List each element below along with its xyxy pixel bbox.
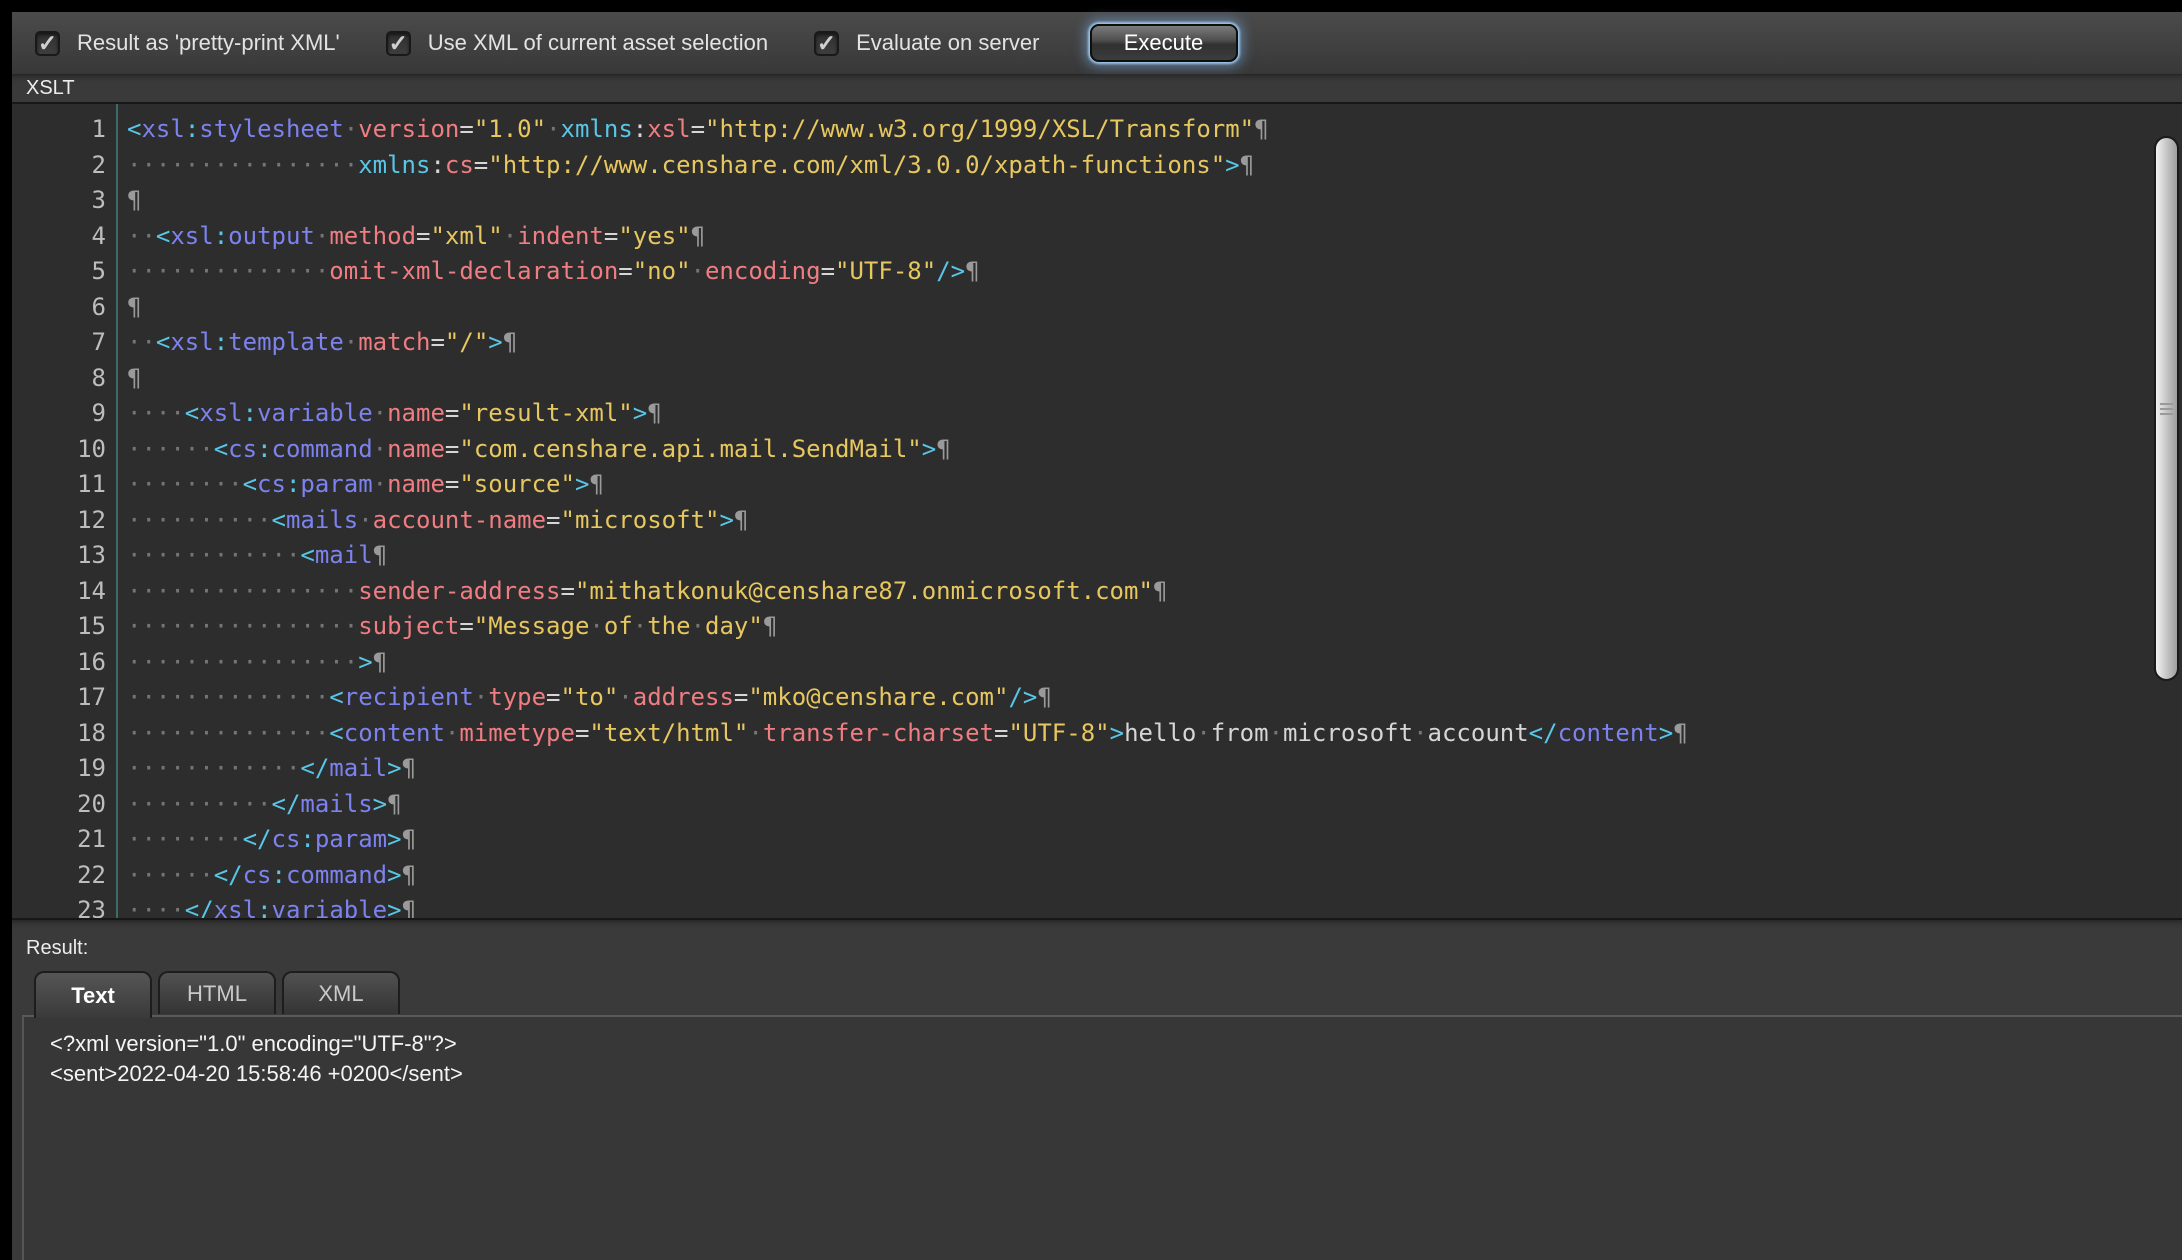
line-number: 11 [12,467,116,503]
line-number: 13 [12,538,116,574]
result-output-line: <sent>2022-04-20 15:58:46 +0200</sent> [50,1059,2182,1089]
line-number: 19 [12,751,116,787]
checkbox-use-xml-of-current-asset-selection[interactable]: ✓ Use XML of current asset selection [386,30,768,56]
line-number: 22 [12,858,116,894]
code-line[interactable]: ····<xsl:variable·name="result-xml">¶ [127,396,1688,432]
line-number: 9 [12,396,116,432]
checkmark-icon[interactable]: ✓ [35,31,60,56]
line-number: 2 [12,148,116,184]
code-line[interactable]: ··············<content·mimetype="text/ht… [127,716,1688,752]
line-number: 6 [12,290,116,326]
xslt-evaluator-window: ✓ Result as 'pretty-print XML' ✓ Use XML of… [12,12,2182,1260]
line-numbers: 1234567891011121314151617181920212223 [12,104,118,918]
xslt-label: XSLT [26,77,75,100]
code-line[interactable]: ¶ [127,290,1688,326]
checkbox-evaluate-on-server[interactable]: ✓ Evaluate on server [814,30,1039,56]
result-output-line: <?xml version="1.0" encoding="UTF-8"?> [50,1029,2182,1059]
xslt-header-row: XSLT [12,75,2182,102]
code-line[interactable]: ········</cs:param>¶ [127,822,1688,858]
scrollbar-grip-icon [2160,403,2173,415]
line-number: 3 [12,183,116,219]
checkmark-icon[interactable]: ✓ [814,31,839,56]
code-line[interactable]: ················sender-address="mithatko… [127,574,1688,610]
line-number: 16 [12,645,116,681]
line-number: 8 [12,361,116,397]
line-number: 14 [12,574,116,610]
code-line[interactable]: ············<mail¶ [127,538,1688,574]
code-line[interactable]: ················xmlns:cs="http://www.cen… [127,148,1688,184]
toolbar: ✓ Result as 'pretty-print XML' ✓ Use XML of… [12,12,2182,75]
checkmark-icon[interactable]: ✓ [386,31,411,56]
line-number: 1 [12,112,116,148]
code-line[interactable]: ··········</mails>¶ [127,787,1688,823]
code-line[interactable]: ············</mail>¶ [127,751,1688,787]
result-tabbar: TextHTMLXML [12,971,2182,1015]
tab-xml[interactable]: XML [282,971,400,1014]
code-lines[interactable]: <xsl:stylesheet·version="1.0"·xmlns:xsl=… [118,104,1688,918]
code-line[interactable]: ··········<mails·account-name="microsoft… [127,503,1688,539]
code-line[interactable]: ¶ [127,183,1688,219]
line-number: 7 [12,325,116,361]
line-number: 12 [12,503,116,539]
line-number: 5 [12,254,116,290]
code-line[interactable]: ··<xsl:output·method="xml"·indent="yes"¶ [127,219,1688,255]
code-line[interactable]: <xsl:stylesheet·version="1.0"·xmlns:xsl=… [127,112,1688,148]
line-number: 20 [12,787,116,823]
line-number: 17 [12,680,116,716]
line-number: 23 [12,893,116,920]
code-line[interactable]: ······</cs:command>¶ [127,858,1688,894]
line-number: 18 [12,716,116,752]
code-line[interactable]: ··············<recipient·type="to"·addre… [127,680,1688,716]
tab-html[interactable]: HTML [158,971,276,1014]
vertical-scrollbar[interactable] [2154,136,2179,681]
checkbox-label: Result as 'pretty-print XML' [77,30,340,56]
result-section: Result: TextHTMLXML <?xml version="1.0" … [12,920,2182,1260]
code-line[interactable]: ····</xsl:variable>¶ [127,893,1688,920]
xslt-code-editor[interactable]: 1234567891011121314151617181920212223 <x… [12,102,2182,920]
code-line[interactable]: ··············omit-xml-declaration="no"·… [127,254,1688,290]
result-label: Result: [26,937,2182,960]
checkbox-label: Use XML of current asset selection [428,30,768,56]
line-number: 15 [12,609,116,645]
code-line[interactable]: ················>¶ [127,645,1688,681]
code-line[interactable]: ··<xsl:template·match="/">¶ [127,325,1688,361]
code-line[interactable]: ················subject="Message·of·the·… [127,609,1688,645]
code-line[interactable]: ¶ [127,361,1688,397]
tab-text[interactable]: Text [34,971,152,1018]
result-output-panel[interactable]: <?xml version="1.0" encoding="UTF-8"?><s… [22,1015,2182,1260]
code-line[interactable]: ········<cs:param·name="source">¶ [127,467,1688,503]
toolbar-checkbox-group: ✓ Result as 'pretty-print XML' ✓ Use XML of… [35,30,1086,56]
execute-button[interactable]: Execute [1090,24,1238,62]
code-line[interactable]: ······<cs:command·name="com.censhare.api… [127,432,1688,468]
checkbox-result-as-pretty-print-xml[interactable]: ✓ Result as 'pretty-print XML' [35,30,340,56]
line-number: 4 [12,219,116,255]
line-number: 21 [12,822,116,858]
line-number: 10 [12,432,116,468]
checkbox-label: Evaluate on server [856,30,1039,56]
